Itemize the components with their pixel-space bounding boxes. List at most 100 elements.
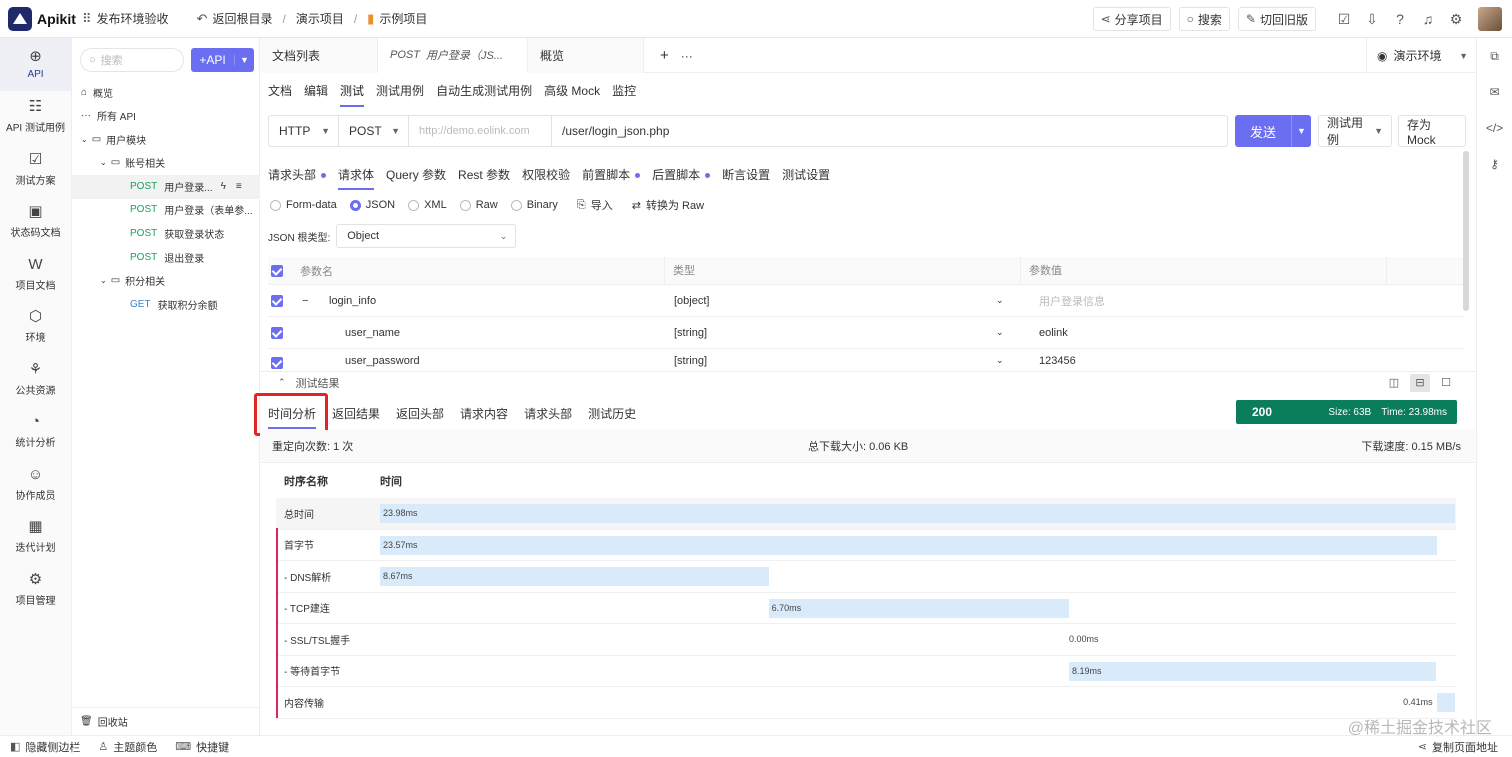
tab-overview[interactable]: 概览: [528, 38, 644, 73]
nav-item-test-plan[interactable]: ☑ 测试方案: [0, 143, 71, 196]
bell-icon[interactable]: ♫: [1414, 11, 1442, 27]
row-checkbox[interactable]: [271, 326, 283, 339]
tab-login-json[interactable]: POST 用户登录（JS...: [378, 38, 528, 73]
nav-item-status-code[interactable]: ▣ 状态码文档: [0, 196, 71, 249]
host-input[interactable]: http://demo.eolink.com: [409, 116, 552, 146]
param-value[interactable]: 用户登录信息: [1039, 293, 1105, 309]
menu-icon[interactable]: ≡: [236, 181, 242, 192]
subnav-tab[interactable]: 测试: [340, 82, 365, 107]
tree-api-login-json[interactable]: POST 用户登录... ϟ ≡: [72, 175, 260, 199]
radio-json[interactable]: JSON: [349, 199, 395, 211]
param-name[interactable]: user_password: [345, 355, 420, 367]
param-type[interactable]: [string]: [674, 355, 707, 367]
request-tab[interactable]: 后置脚本: [652, 166, 711, 190]
request-tab[interactable]: Query 参数: [386, 166, 446, 190]
subnav-tab[interactable]: 高级 Mock: [544, 82, 600, 107]
result-tab[interactable]: 请求内容: [460, 405, 508, 429]
tree-api-login-status[interactable]: POST 获取登录状态: [72, 222, 260, 246]
chevron-down-icon[interactable]: ⌄: [996, 327, 1004, 338]
download-icon[interactable]: ⇩: [1358, 11, 1386, 28]
hide-sidebar-button[interactable]: ◧ 隐藏侧边栏: [10, 739, 80, 755]
tab-more-button[interactable]: ···: [669, 38, 693, 73]
request-tab[interactable]: 请求体: [338, 166, 375, 190]
param-type[interactable]: [string]: [674, 327, 707, 339]
results-header[interactable]: ⌃ 测试结果 ◫ ⊟ ☐: [260, 371, 1476, 393]
theme-button[interactable]: ♙ 主题颜色: [98, 739, 157, 755]
app-logo[interactable]: Apikit: [0, 6, 82, 31]
subnav-tab[interactable]: 测试用例: [376, 82, 424, 107]
result-tab[interactable]: 时间分析: [254, 393, 328, 436]
select-all-checkbox[interactable]: [271, 264, 283, 277]
chevron-down-icon[interactable]: ▼: [1291, 115, 1311, 147]
env-check-menu[interactable]: ⠿ 发布环境验收: [82, 10, 169, 27]
help-icon[interactable]: ?: [1386, 11, 1414, 27]
tree-folder-account[interactable]: ⌄ ▭ 账号相关: [72, 151, 260, 175]
request-tab[interactable]: 权限校验: [522, 166, 570, 190]
breadcrumb-demo[interactable]: 演示项目: [296, 10, 344, 27]
code-icon[interactable]: </>: [1477, 110, 1512, 146]
result-tab[interactable]: 请求头部: [524, 405, 572, 429]
subnav-tab[interactable]: 编辑: [304, 82, 328, 107]
radio-xml[interactable]: XML: [408, 199, 447, 211]
tree-folder-points[interactable]: ⌄ ▭ 积分相关: [72, 269, 260, 293]
row-checkbox[interactable]: [271, 357, 283, 369]
gear-icon[interactable]: ⚙: [1442, 11, 1470, 28]
share-button[interactable]: ⋖ 分享项目: [1092, 7, 1171, 31]
scrollbar[interactable]: [1463, 151, 1469, 311]
result-tab[interactable]: 返回结果: [332, 405, 380, 429]
request-tab[interactable]: 请求头部: [268, 166, 327, 190]
send-button[interactable]: 发送 ▼: [1235, 115, 1311, 147]
import-button[interactable]: ⎘ 导入: [577, 197, 613, 213]
tree-search-input[interactable]: ○ 搜索: [80, 48, 184, 72]
env-select[interactable]: ◉ 演示环境 ▼: [1366, 38, 1476, 73]
recycle-bin[interactable]: 🗑 回收站: [72, 707, 260, 735]
nav-item-resource[interactable]: ⚘ 公共资源: [0, 353, 71, 406]
subnav-tab[interactable]: 监控: [612, 82, 636, 107]
back-root-link[interactable]: ↶ 返回根目录: [197, 10, 273, 27]
avatar[interactable]: [1478, 7, 1502, 31]
collapse-icon[interactable]: −: [302, 295, 308, 307]
request-tab[interactable]: 断言设置: [722, 166, 770, 190]
chevron-down-icon[interactable]: ⌄: [996, 355, 1004, 366]
radio-form-data[interactable]: Form-data: [270, 199, 337, 211]
request-tab[interactable]: 前置脚本: [582, 166, 641, 190]
nav-item-members[interactable]: ☺ 协作成员: [0, 458, 71, 511]
shortcuts-button[interactable]: ⌨ 快捷键: [175, 739, 229, 755]
nav-item-doc[interactable]: W 项目文档: [0, 248, 71, 301]
path-input[interactable]: /user/login_json.php: [552, 116, 1227, 146]
param-name[interactable]: user_name: [345, 327, 400, 339]
lightning-icon[interactable]: ϟ: [221, 181, 226, 192]
nav-item-iteration[interactable]: ▦ 迭代计划: [0, 511, 71, 564]
split-horizontal-icon[interactable]: ⊟: [1410, 374, 1430, 392]
result-tab[interactable]: 测试历史: [588, 405, 636, 429]
param-name[interactable]: login_info: [329, 295, 376, 307]
copy-icon[interactable]: ⧉: [1477, 38, 1512, 74]
json-root-select[interactable]: Object ⌄: [336, 224, 517, 248]
add-tab-button[interactable]: +: [644, 38, 669, 73]
nav-item-env[interactable]: ⬡ 环境: [0, 301, 71, 354]
add-api-button[interactable]: +API ▼: [191, 48, 254, 72]
radio-raw[interactable]: Raw: [459, 199, 498, 211]
param-value[interactable]: 123456: [1039, 355, 1076, 367]
nav-item-test-case[interactable]: ☷ API 测试用例: [0, 91, 71, 144]
tree-item-all-api[interactable]: ··· 所有 API: [72, 104, 260, 128]
convert-raw-button[interactable]: ⇄ 转换为 Raw: [632, 197, 704, 213]
nav-item-settings[interactable]: ⚙ 项目管理: [0, 563, 71, 616]
chevron-down-icon[interactable]: ▼: [234, 55, 254, 65]
key-icon[interactable]: ⚷: [1477, 146, 1512, 182]
request-tab[interactable]: Rest 参数: [458, 166, 510, 190]
row-checkbox[interactable]: [271, 294, 283, 307]
mail-icon[interactable]: ✉: [1477, 74, 1512, 110]
subnav-tab[interactable]: 文档: [268, 82, 292, 107]
param-value[interactable]: eolink: [1039, 327, 1068, 339]
radio-binary[interactable]: Binary: [510, 199, 558, 211]
result-tab[interactable]: 返回头部: [396, 405, 444, 429]
chevron-up-icon[interactable]: ⌃: [278, 377, 286, 388]
calendar-check-icon[interactable]: ☑: [1330, 11, 1358, 28]
maximize-icon[interactable]: ☐: [1436, 374, 1456, 392]
copy-url-button[interactable]: ⋖ 复制页面地址: [1418, 739, 1498, 755]
request-tab[interactable]: 测试设置: [782, 166, 830, 190]
tree-api-login-form[interactable]: POST 用户登录（表单参...: [72, 198, 260, 222]
nav-item-api[interactable]: ⊕ API: [0, 38, 71, 91]
split-vertical-icon[interactable]: ◫: [1384, 374, 1404, 392]
